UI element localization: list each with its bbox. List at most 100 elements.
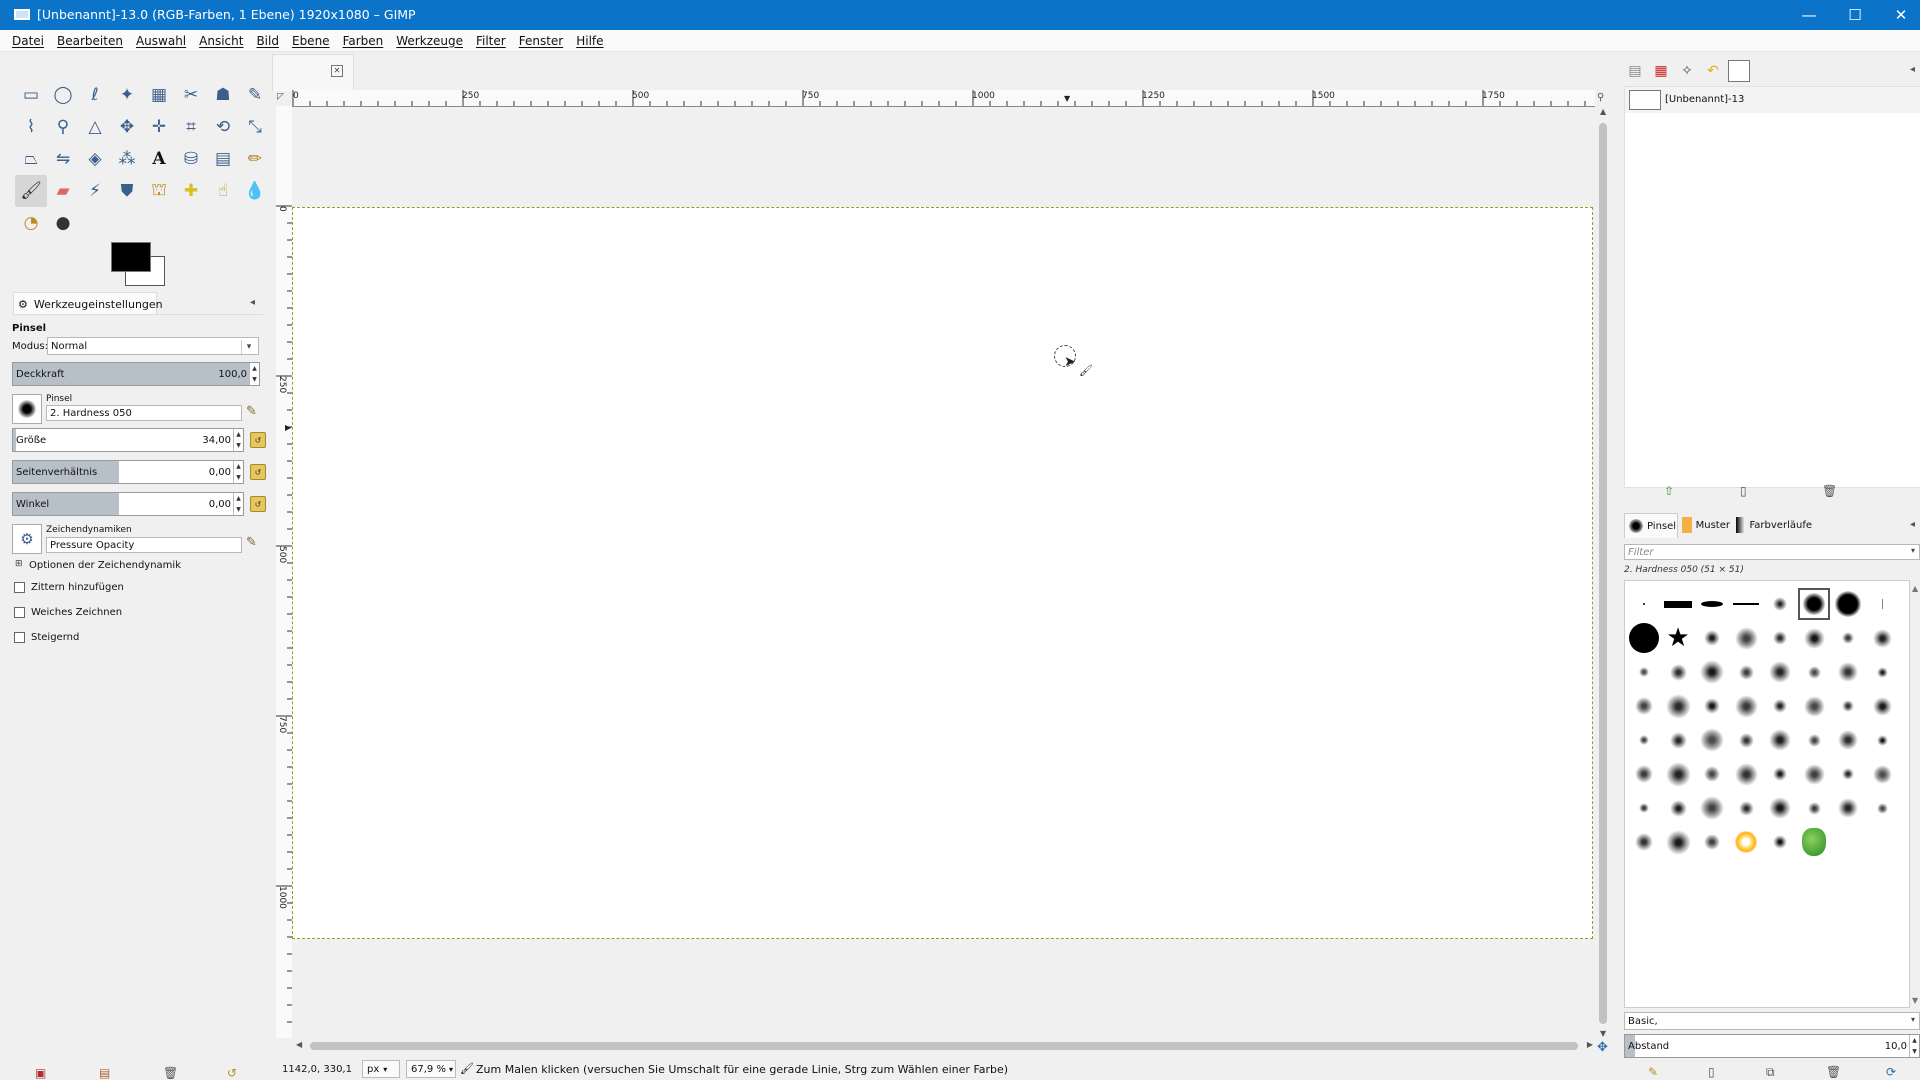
ellipse-select-icon[interactable]: ◯ (47, 79, 79, 111)
pencil-icon[interactable]: ✏ (239, 143, 271, 175)
angle-reset-icon[interactable]: ↺ (250, 496, 266, 512)
rect-select-icon[interactable]: ▭ (15, 79, 47, 111)
heal-icon[interactable]: ✚ (175, 175, 207, 207)
brush-edit-icon[interactable]: ✎ (246, 404, 257, 419)
angle-spinner[interactable]: ▲ ▼ (233, 493, 243, 515)
vertical-scroll-thumb[interactable] (1599, 123, 1607, 1024)
brush-thumbnail[interactable] (1627, 723, 1661, 757)
brush-thumbnail[interactable] (1661, 655, 1695, 689)
new-brush-icon[interactable]: ▯ (1708, 1065, 1715, 1079)
align-icon[interactable]: ✛ (143, 111, 175, 143)
edit-brush-icon[interactable]: ✎ (1648, 1065, 1658, 1079)
gradients-tab[interactable]: Farbverläufe (1732, 513, 1812, 537)
brush-thumbnail[interactable] (1729, 791, 1763, 825)
brush-thumbnail[interactable] (1661, 689, 1695, 723)
menu-auswahl[interactable]: Auswahl (136, 34, 186, 48)
cage-transform-icon[interactable]: ◈ (79, 143, 111, 175)
duplicate-brush-icon[interactable]: ⧉ (1766, 1065, 1775, 1080)
foreground-select-icon[interactable]: ☗ (207, 79, 239, 111)
handle-transform-icon[interactable]: ⁂ (111, 143, 143, 175)
dynamics-preview-icon[interactable]: ⚙ (12, 524, 42, 554)
brush-thumbnail[interactable] (1831, 757, 1865, 791)
image-list-item[interactable]: [Unbenannt]-13 (1625, 87, 1920, 113)
brush-thumbnail[interactable] (1763, 587, 1797, 621)
brush-thumbnail[interactable] (1729, 723, 1763, 757)
channels-tab-icon[interactable]: ▦ (1650, 60, 1672, 82)
brush-thumbnail[interactable] (1695, 587, 1729, 621)
tag-field[interactable]: Basic, ▾ (1624, 1012, 1920, 1030)
unified-transform-icon[interactable]: ⟲ (207, 111, 239, 143)
horizontal-scroll-thumb[interactable] (310, 1042, 1578, 1050)
reset-options-icon[interactable]: ↺ (227, 1066, 237, 1080)
brush-thumbnail[interactable] (1661, 723, 1695, 757)
expand-icon[interactable]: ⊞ (15, 559, 23, 569)
brush-thumbnail[interactable] (1865, 757, 1899, 791)
delete-brush-icon[interactable]: 🗑 (1826, 1065, 1841, 1079)
dock-menu-icon[interactable]: ◂ (1910, 519, 1915, 530)
incremental-checkbox[interactable] (14, 632, 25, 643)
brush-thumbnail[interactable] (1797, 587, 1831, 621)
brush-thumbnail[interactable]: ★ (1661, 621, 1695, 655)
airbrush-icon[interactable]: ⚡ (79, 175, 111, 207)
undo-history-tab-icon[interactable]: ↶ (1702, 60, 1724, 82)
spacing-slider[interactable]: Abstand 10,0 ▲ ▼ (1624, 1034, 1920, 1058)
scissors-icon[interactable]: ✂ (175, 79, 207, 111)
minimize-button[interactable]: — (1786, 0, 1832, 30)
vertical-scrollbar[interactable]: ▲ ▼ (1597, 107, 1609, 1042)
opacity-slider[interactable]: Deckkraft 100,0 ▲ ▼ (12, 362, 260, 386)
eraser-icon[interactable]: ▰ (47, 175, 79, 207)
brush-thumbnail[interactable] (1763, 791, 1797, 825)
brush-thumbnail[interactable] (1627, 655, 1661, 689)
dodge-burn-icon[interactable]: ◔ (15, 207, 47, 239)
brush-thumbnail[interactable] (1831, 791, 1865, 825)
brush-preview[interactable] (12, 394, 42, 424)
brush-field[interactable]: 2. Hardness 050 (46, 405, 242, 421)
delete-image-icon[interactable]: 🗑 (1822, 484, 1837, 498)
smudge-icon[interactable]: ☝ (207, 175, 239, 207)
brush-thumbnail[interactable] (1763, 757, 1797, 791)
flip-icon[interactable]: ⇋ (47, 143, 79, 175)
horizontal-scrollbar[interactable]: ◀ ▶ (292, 1040, 1595, 1052)
brush-thumbnail[interactable] (1797, 723, 1831, 757)
dock-menu-icon[interactable]: ◂ (250, 297, 255, 308)
refresh-brushes-icon[interactable]: ⟳ (1886, 1065, 1896, 1079)
gradient-icon[interactable]: ▤ (207, 143, 239, 175)
brush-thumbnail[interactable] (1661, 757, 1695, 791)
ink-icon[interactable]: ⛊ (111, 175, 143, 207)
scroll-up-icon[interactable]: ▲ (1600, 107, 1606, 116)
jitter-checkbox[interactable] (14, 582, 25, 593)
dynamics-edit-icon[interactable]: ✎ (246, 535, 257, 550)
aspect-spinner[interactable]: ▲ ▼ (233, 461, 243, 483)
brush-thumbnail[interactable] (1627, 757, 1661, 791)
scroll-left-icon[interactable]: ◀ (296, 1040, 302, 1049)
blur-sharpen-icon[interactable]: 💧 (239, 175, 271, 207)
clone-icon[interactable]: ⛫ (143, 175, 175, 207)
brush-thumbnail[interactable] (1797, 689, 1831, 723)
foreground-color-swatch[interactable] (111, 242, 151, 272)
color-picker-icon[interactable]: ⌇ (15, 111, 47, 143)
close-button[interactable]: ✕ (1878, 0, 1920, 30)
zoom-select[interactable]: 67,9 % ▾ (406, 1060, 456, 1078)
brush-thumbnail[interactable] (1865, 791, 1899, 825)
brush-thumbnail[interactable] (1831, 655, 1865, 689)
paintbrush-icon[interactable]: 🖌 (15, 175, 47, 207)
tool-options-tab[interactable]: ⚙ Werkzeugeinstellungen (13, 292, 163, 315)
menu-hilfe[interactable]: Hilfe (576, 34, 603, 48)
brush-thumbnail[interactable] (1627, 825, 1661, 859)
scroll-right-icon[interactable]: ▶ (1587, 1040, 1593, 1049)
brush-thumbnail[interactable] (1627, 689, 1661, 723)
brush-thumbnail[interactable] (1865, 689, 1899, 723)
perspective-icon[interactable]: ⏢ (15, 143, 47, 175)
zoom-icon[interactable]: ⚲ (47, 111, 79, 143)
brush-thumbnail[interactable] (1627, 587, 1661, 621)
brush-thumbnail[interactable] (1695, 723, 1729, 757)
menu-ebene[interactable]: Ebene (292, 34, 330, 48)
warp-transform-icon[interactable]: ⤡ (239, 111, 271, 143)
brush-thumbnail[interactable] (1797, 791, 1831, 825)
mypaint-brush-icon[interactable]: ● (47, 207, 79, 239)
aspect-reset-icon[interactable]: ↺ (250, 464, 266, 480)
close-tab-icon[interactable]: ✕ (331, 65, 343, 77)
aspect-slider[interactable]: Seitenverhältnis 0,00 ▲ ▼ (12, 460, 244, 484)
brush-thumbnail[interactable] (1695, 825, 1729, 859)
menu-werkzeuge[interactable]: Werkzeuge (396, 34, 463, 48)
